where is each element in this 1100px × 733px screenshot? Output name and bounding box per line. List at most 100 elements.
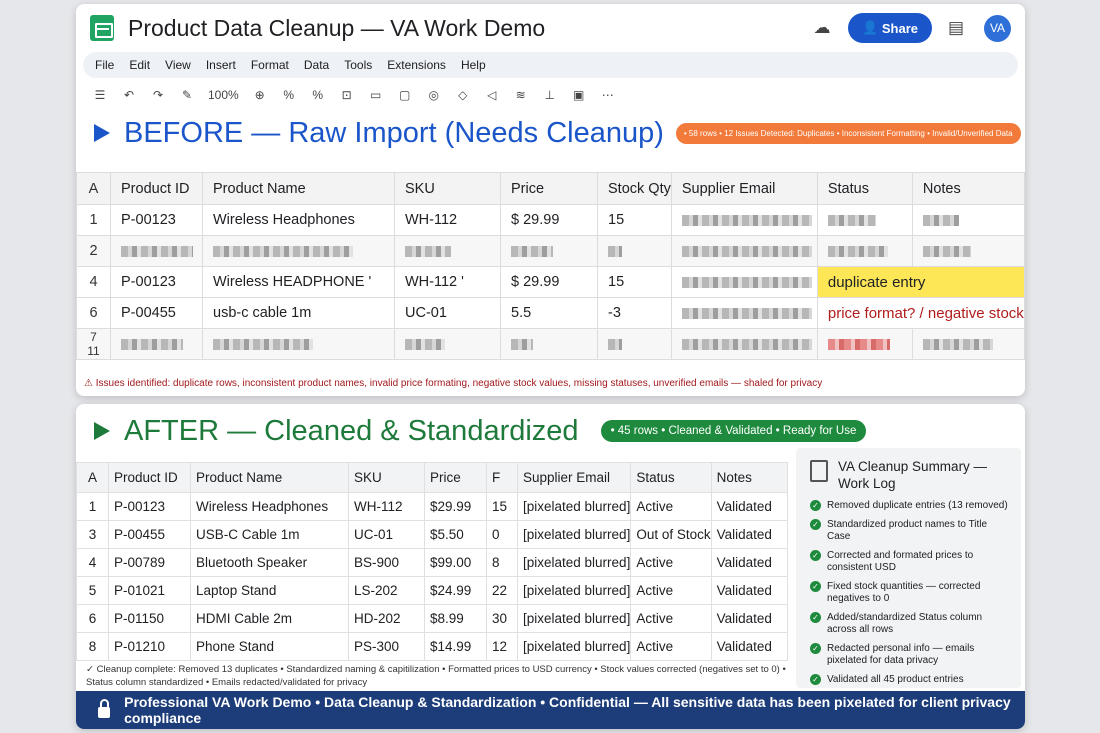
cell[interactable]: Validated (710, 520, 789, 549)
menu-extensions[interactable]: Extensions (387, 58, 446, 72)
row-number[interactable]: 4 (76, 266, 111, 298)
comments-icon[interactable]: ▤ (942, 14, 970, 42)
cell[interactable] (670, 204, 818, 236)
cell[interactable] (816, 235, 913, 267)
column-header[interactable]: Product ID (110, 172, 203, 205)
cell[interactable]: P-00123 (110, 204, 203, 236)
column-header[interactable]: SKU (348, 462, 425, 493)
cell[interactable]: HD-202 (348, 604, 425, 633)
cell[interactable]: HDMI Cable 2m (190, 604, 349, 633)
menu-view[interactable]: View (165, 58, 191, 72)
cell[interactable]: [pixelated blurred] (516, 520, 632, 549)
form-icon[interactable]: ▣ (571, 88, 587, 102)
cell[interactable]: P-00123 (108, 492, 191, 521)
more-icon[interactable]: ⋯ (600, 88, 616, 102)
cell[interactable]: Active (630, 492, 712, 521)
cell[interactable]: 15 (597, 204, 672, 236)
column-header[interactable]: Supplier Email (670, 172, 818, 205)
row-number[interactable]: 6 (76, 297, 111, 329)
menu-file[interactable]: File (95, 58, 114, 72)
menus-icon[interactable]: ☰ (92, 88, 108, 102)
row-number[interactable]: 7 11 (76, 328, 111, 360)
cell[interactable]: 0 (486, 520, 518, 549)
cell[interactable]: [pixelated blurred] (516, 632, 632, 661)
paint-format-icon[interactable]: ✎ (179, 88, 195, 102)
filter-icon[interactable]: ≋ (513, 88, 529, 102)
functions-icon[interactable]: ⊥ (542, 88, 558, 102)
cell[interactable]: P-00123 (110, 266, 203, 298)
cell[interactable]: $8.99 (424, 604, 487, 633)
lock-icon[interactable]: ⊡ (339, 88, 355, 102)
cell[interactable]: Active (630, 576, 712, 605)
cell[interactable]: P-00455 (108, 520, 191, 549)
cell[interactable]: 15 (597, 266, 672, 298)
cell[interactable] (670, 235, 818, 267)
cell[interactable]: Wireless Headphones (190, 492, 349, 521)
status-cell[interactable]: price format? / negative stock (816, 297, 1025, 329)
share-button[interactable]: 👤 Share (848, 13, 932, 43)
chart-icon[interactable]: ◁ (484, 88, 500, 102)
cell[interactable]: Validated (710, 632, 789, 661)
cell[interactable]: WH-112 ' (394, 266, 501, 298)
cell[interactable]: Wireless HEADPHONE ' (202, 266, 395, 298)
column-header[interactable]: A (76, 462, 109, 493)
cell[interactable]: $ 29.99 (500, 204, 598, 236)
row-number[interactable]: 4 (76, 548, 109, 577)
cell[interactable]: Bluetooth Speaker (190, 548, 349, 577)
cell[interactable] (816, 204, 913, 236)
cell[interactable]: $14.99 (424, 632, 487, 661)
menu-tools[interactable]: Tools (344, 58, 372, 72)
cell[interactable]: $99.00 (424, 548, 487, 577)
cell[interactable]: P-01150 (108, 604, 191, 633)
cell[interactable]: [pixelated blurred] (516, 548, 632, 577)
redo-icon[interactable]: ↷ (150, 88, 166, 102)
cell[interactable]: P-01210 (108, 632, 191, 661)
cell[interactable] (500, 328, 598, 360)
row-number[interactable]: 2 (76, 235, 111, 267)
sheets-logo-icon[interactable] (90, 15, 114, 41)
cell[interactable]: P-00455 (110, 297, 203, 329)
insert-comment-icon[interactable]: ▢ (397, 88, 413, 102)
cell[interactable]: 5.5 (500, 297, 598, 329)
cell[interactable]: WH-112 (348, 492, 425, 521)
cell[interactable]: Validated (710, 576, 789, 605)
cell[interactable]: USB-C Cable 1m (190, 520, 349, 549)
cell[interactable]: BS-900 (348, 548, 425, 577)
cell[interactable]: $ 29.99 (500, 266, 598, 298)
cell[interactable]: 12 (486, 632, 518, 661)
image-icon[interactable]: ◇ (455, 88, 471, 102)
cell[interactable] (500, 235, 598, 267)
cell[interactable]: 22 (486, 576, 518, 605)
cell[interactable] (670, 328, 818, 360)
cell[interactable]: [pixelated blurred] (516, 576, 632, 605)
cell[interactable]: 30 (486, 604, 518, 633)
cell[interactable]: $29.99 (424, 492, 487, 521)
cell[interactable]: P-00789 (108, 548, 191, 577)
row-number[interactable]: 6 (76, 604, 109, 633)
cell[interactable]: Phone Stand (190, 632, 349, 661)
column-header[interactable]: Product ID (108, 462, 191, 493)
menu-data[interactable]: Data (304, 58, 329, 72)
column-header[interactable]: Notes (911, 172, 1025, 205)
menu-format[interactable]: Format (251, 58, 289, 72)
cell[interactable]: Active (630, 548, 712, 577)
undo-icon[interactable]: ↶ (121, 88, 137, 102)
cell[interactable] (911, 328, 1025, 360)
row-number[interactable]: 3 (76, 520, 109, 549)
cell[interactable] (670, 297, 818, 329)
cell[interactable]: P-01021 (108, 576, 191, 605)
menu-insert[interactable]: Insert (206, 58, 236, 72)
document-title[interactable]: Product Data Cleanup — VA Work Demo (128, 15, 798, 42)
cell[interactable] (394, 328, 501, 360)
column-header[interactable]: Status (816, 172, 913, 205)
cell[interactable]: WH-112 (394, 204, 501, 236)
cell[interactable] (597, 235, 672, 267)
cell[interactable]: LS-202 (348, 576, 425, 605)
cell[interactable]: Validated (710, 492, 789, 521)
cell[interactable]: [pixelated blurred] (516, 492, 632, 521)
column-header[interactable]: Supplier Email (516, 462, 632, 493)
cell[interactable]: [pixelated blurred] (516, 604, 632, 633)
avatar[interactable]: VA (984, 14, 1011, 42)
column-header[interactable]: Price (500, 172, 598, 205)
menu-edit[interactable]: Edit (129, 58, 150, 72)
